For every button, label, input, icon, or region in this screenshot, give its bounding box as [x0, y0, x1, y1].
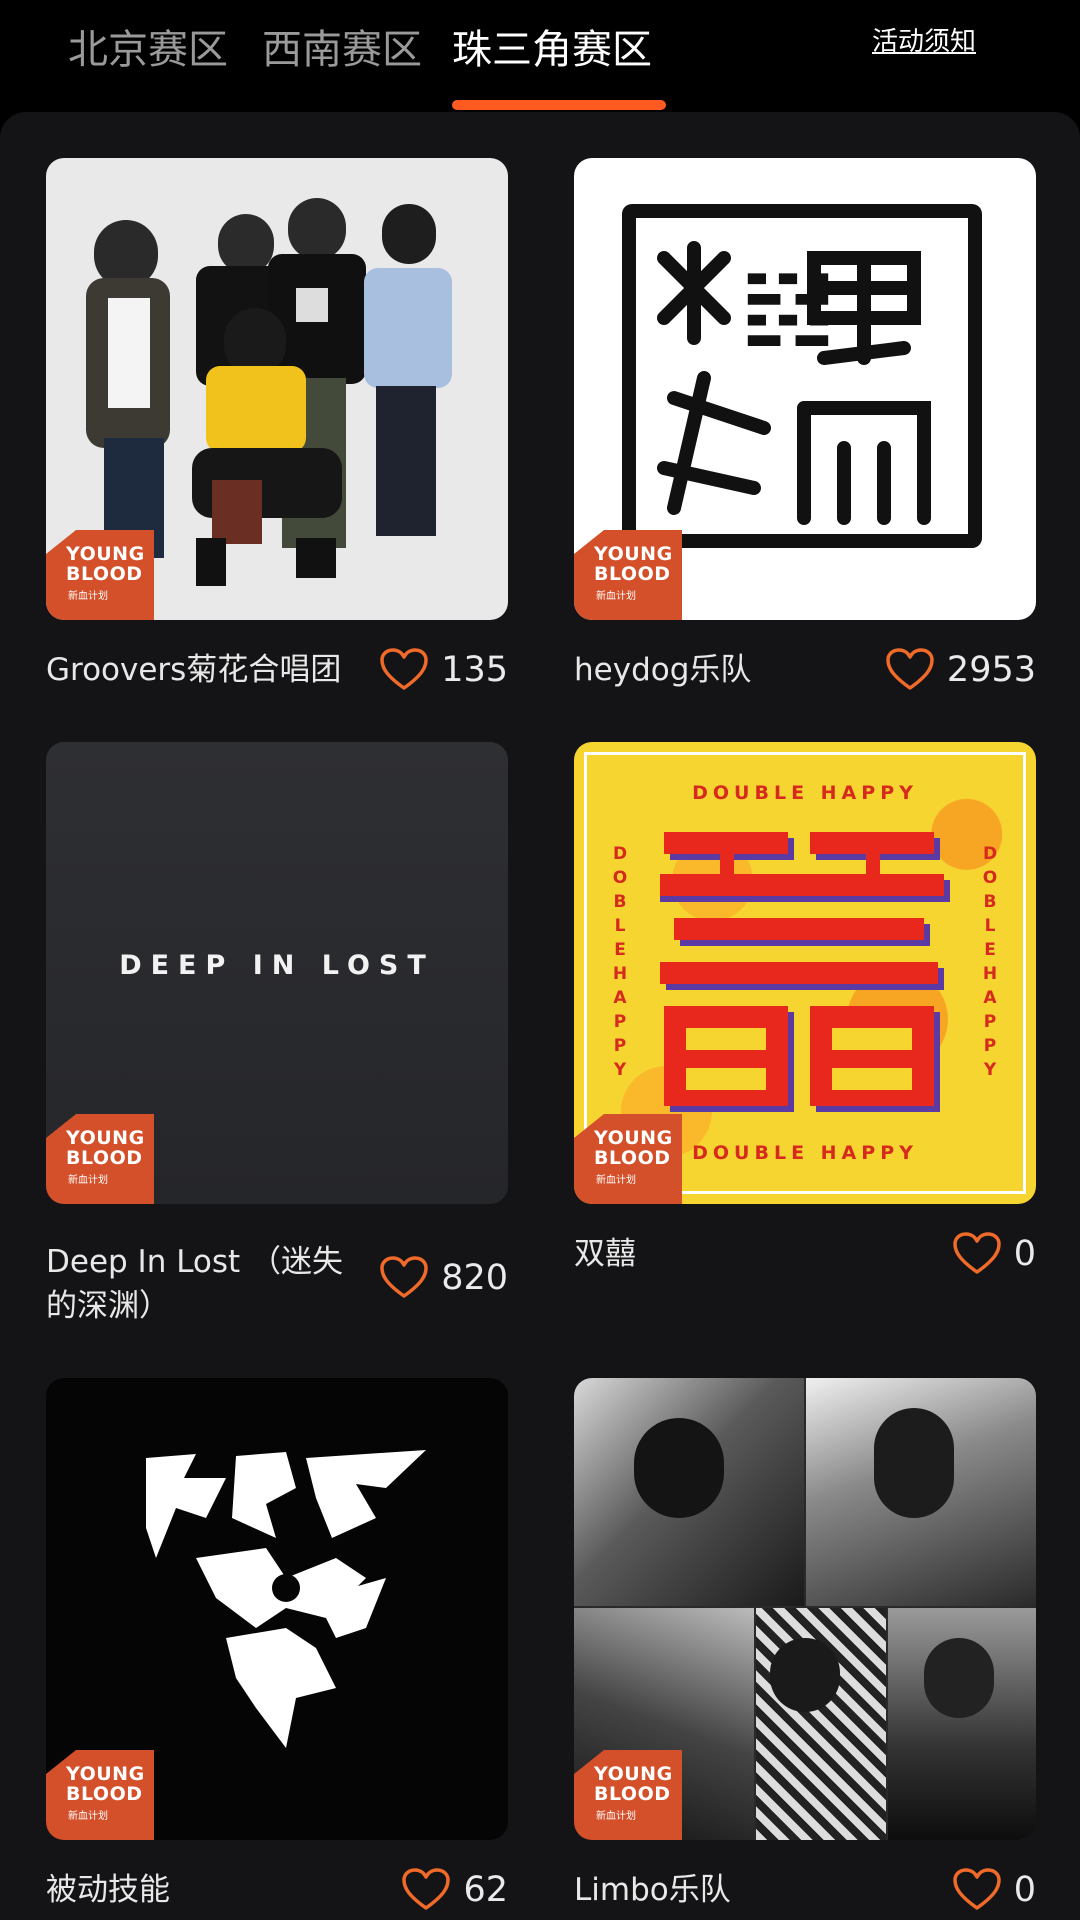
band-name: heydog乐队: [574, 652, 752, 688]
like-counter[interactable]: 2953: [885, 648, 1036, 692]
like-count: 62: [463, 1870, 508, 1910]
band-cover-image[interactable]: YOUNG BLOOD 新血计划: [46, 1378, 508, 1840]
cover-side-text-right: DOBLE HAPPY: [982, 844, 998, 1080]
active-tab-indicator: [452, 100, 666, 110]
band-name: 双囍: [574, 1236, 636, 1272]
like-counter[interactable]: 0: [952, 1232, 1036, 1276]
like-counter[interactable]: 135: [379, 648, 508, 692]
heart-icon[interactable]: [952, 1232, 1002, 1276]
activity-notice-link[interactable]: 活动须知: [872, 22, 976, 62]
band-name: 被动技能: [46, 1872, 170, 1908]
like-count: 2953: [946, 650, 1036, 690]
heart-icon[interactable]: [379, 648, 429, 692]
cover-text: DEEP IN LOST: [119, 950, 435, 981]
like-counter[interactable]: 62: [401, 1868, 508, 1912]
band-cover-image[interactable]: YOUNG BLOOD 新血计划: [46, 158, 508, 620]
like-counter[interactable]: 820: [379, 1256, 508, 1300]
cover-text-top: DOUBLE HAPPY: [692, 782, 918, 804]
like-count: 820: [441, 1258, 508, 1298]
heart-icon[interactable]: [379, 1256, 429, 1300]
tab-beijing[interactable]: 北京赛区: [68, 20, 228, 80]
band-name: Limbo乐队: [574, 1872, 731, 1908]
heart-icon[interactable]: [885, 648, 935, 692]
like-count: 0: [1013, 1234, 1036, 1274]
cover-side-text-left: DOBLE HAPPY: [612, 844, 628, 1080]
region-tab-bar: 北京赛区 西南赛区 珠三角赛区 活动须知: [0, 0, 1080, 112]
band-grid-panel: YOUNG BLOOD 新血计划 Groovers菊花合唱团 135 𝍌 YOU…: [0, 112, 1080, 1920]
band-cover-image[interactable]: DEEP IN LOST YOUNG BLOOD 新血计划: [46, 742, 508, 1204]
band-cover-image[interactable]: YOUNG BLOOD 新血计划: [574, 1378, 1036, 1840]
tab-southwest[interactable]: 西南赛区: [262, 20, 422, 80]
band-cover-image[interactable]: 𝍌 YOUNG BLOOD 新血计划: [574, 158, 1036, 620]
band-name: Groovers菊花合唱团: [46, 652, 342, 688]
heart-icon[interactable]: [952, 1868, 1002, 1912]
like-count: 135: [441, 650, 508, 690]
band-cover-image[interactable]: DOUBLE HAPPY DOUBLE HAPPY DOBLE HAPPY DO…: [574, 742, 1036, 1204]
heart-icon[interactable]: [401, 1868, 451, 1912]
like-count: 0: [1013, 1870, 1036, 1910]
tab-pearl-river-delta[interactable]: 珠三角赛区: [452, 20, 652, 80]
band-name: Deep In Lost （迷失的深渊）: [46, 1244, 344, 1324]
like-counter[interactable]: 0: [952, 1868, 1036, 1912]
